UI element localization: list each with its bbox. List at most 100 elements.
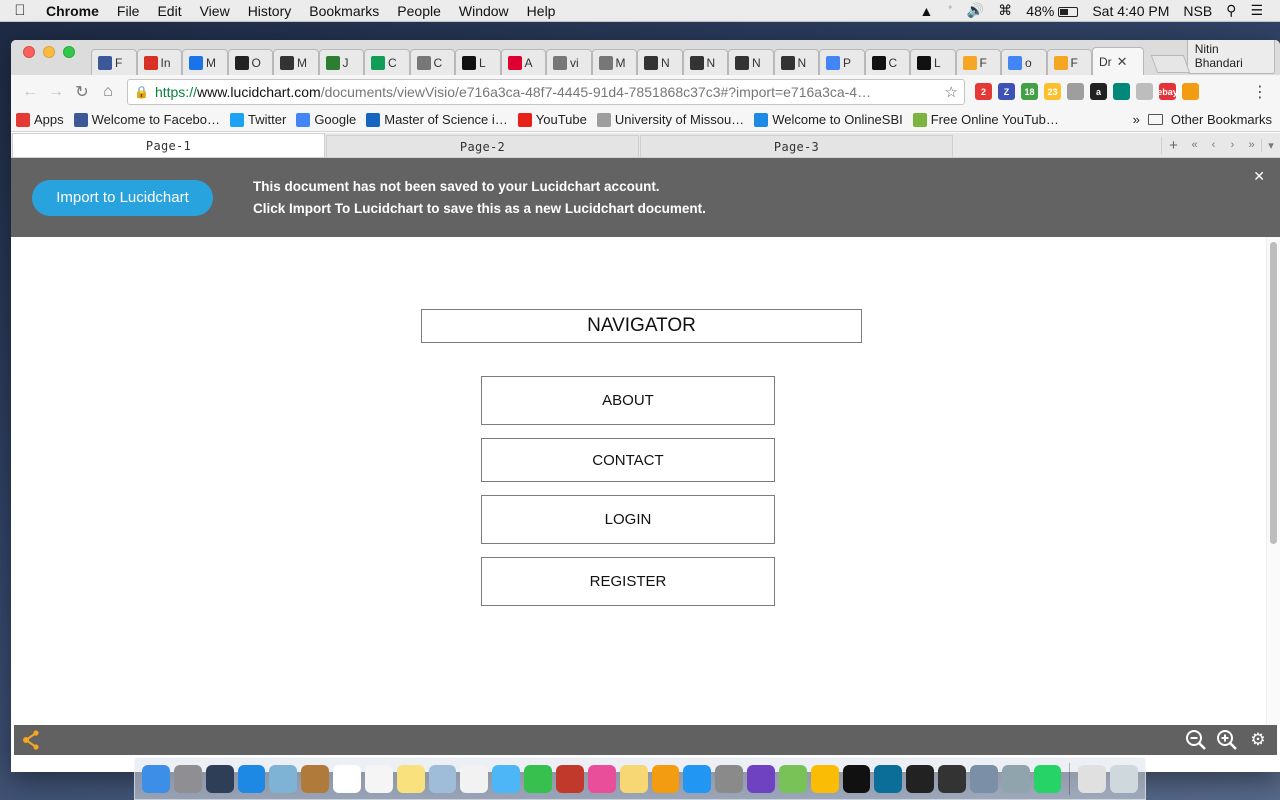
chrome-menu-icon[interactable]: ⋮ (1252, 82, 1280, 102)
menu-edit[interactable]: Edit (148, 3, 190, 19)
vertical-scrollbar[interactable] (1266, 237, 1280, 725)
browser-tab[interactable]: F (955, 49, 1001, 75)
new-tab-button[interactable] (1150, 55, 1190, 73)
last-page-icon[interactable]: » (1242, 139, 1261, 151)
browser-tab[interactable]: A (500, 49, 546, 75)
battery-indicator[interactable]: 48% (1019, 3, 1085, 19)
extension-icon[interactable]: ebay (1157, 83, 1178, 100)
address-bar[interactable]: 🔒 https://www.lucidchart.com/documents/v… (127, 78, 965, 105)
browser-tab[interactable]: In (136, 49, 182, 75)
navigator-box[interactable]: NAVIGATOR (421, 309, 862, 343)
apple-menu-icon[interactable]:  (0, 2, 40, 19)
trash-icon[interactable] (1110, 764, 1139, 793)
menu-help[interactable]: Help (518, 3, 565, 19)
browser-tab[interactable]: C (364, 49, 410, 75)
extension-icon[interactable]: Z (998, 83, 1015, 100)
zoom-window-button[interactable] (63, 45, 75, 58)
github-desktop-icon[interactable] (747, 764, 775, 793)
extension-icon[interactable]: a (1090, 83, 1107, 100)
menu-view[interactable]: View (191, 3, 239, 19)
extension-icon[interactable] (1136, 83, 1153, 100)
preview-icon[interactable] (269, 764, 298, 793)
extension-icon[interactable] (1113, 83, 1130, 100)
wifi-icon[interactable]: ⌘ (991, 2, 1019, 19)
lucidchart-logo-icon[interactable] (20, 728, 44, 752)
register-box[interactable]: REGISTER (481, 557, 775, 606)
browser-tab[interactable]: o (1001, 49, 1047, 75)
bookmark-item[interactable]: Master of Science i… (366, 112, 508, 127)
android-studio-icon[interactable] (778, 764, 807, 793)
bookmark-star-icon[interactable]: ☆ (945, 83, 958, 101)
notification-center-icon[interactable]: ☰ (1243, 2, 1270, 19)
spotlight-search-icon[interactable]: ⚲ (1219, 2, 1243, 19)
browser-tab[interactable]: M (273, 49, 319, 75)
tab-page-1[interactable]: Page-1 (12, 133, 325, 157)
photo-booth-icon[interactable] (428, 764, 457, 793)
extension-icon[interactable] (1067, 83, 1084, 100)
browser-tab[interactable]: vi (546, 49, 592, 75)
bookmark-item[interactable]: Welcome to Facebo… (73, 112, 220, 127)
safari-icon[interactable] (237, 764, 266, 793)
clock[interactable]: Sat 4:40 PM (1085, 3, 1176, 19)
chrome-icon[interactable] (810, 764, 839, 793)
launchpad-icon[interactable] (173, 764, 202, 793)
about-box[interactable]: ABOUT (481, 376, 775, 425)
extension-icon[interactable]: 2 (975, 83, 992, 100)
notes-icon[interactable] (396, 764, 425, 793)
system-preferences-icon[interactable] (715, 764, 744, 793)
browser-tab[interactable]: C (864, 49, 910, 75)
extension-icon[interactable] (1182, 83, 1199, 100)
reminders-icon[interactable] (364, 764, 393, 793)
browser-tab-active[interactable]: Dr ✕ (1092, 47, 1144, 75)
extension-icon[interactable]: 23 (1044, 83, 1061, 100)
extension-icon[interactable]: 18 (1021, 83, 1038, 100)
menu-people[interactable]: People (388, 3, 450, 19)
browser-tab[interactable]: M (182, 49, 228, 75)
import-to-lucidchart-button[interactable]: Import to Lucidchart (32, 179, 213, 216)
contacts-icon[interactable] (301, 764, 330, 793)
login-box[interactable]: LOGIN (481, 495, 775, 544)
mission-control-icon[interactable] (205, 764, 234, 793)
browser-tab[interactable]: F (1046, 49, 1092, 75)
zoom-in-icon[interactable] (1216, 729, 1238, 751)
bookmark-item[interactable]: Apps (16, 112, 64, 127)
messages-icon[interactable] (492, 764, 521, 793)
whatsapp-icon[interactable] (1033, 764, 1062, 793)
bookmark-item[interactable]: Google (296, 112, 356, 127)
bookmark-item[interactable]: Free Online YouTub… (912, 112, 1059, 127)
bookmark-item[interactable]: Welcome to OnlineSBI (754, 112, 903, 127)
menu-file[interactable]: File (108, 3, 149, 19)
bluetooth-icon[interactable]: ᐩ (940, 2, 959, 19)
ibooks-icon[interactable] (651, 764, 680, 793)
menu-window[interactable]: Window (450, 3, 518, 19)
diagram-canvas[interactable]: NAVIGATOR ABOUT CONTACT LOGIN REGISTER (11, 237, 1266, 725)
network-utility-icon[interactable] (1001, 764, 1030, 793)
profile-button[interactable]: Nitin Bhandari (1186, 40, 1275, 74)
facetime-icon[interactable] (524, 764, 552, 793)
stickies-icon[interactable] (619, 764, 648, 793)
tab-page-3[interactable]: Page-3 (640, 135, 953, 157)
browser-tab[interactable]: N (682, 49, 728, 75)
back-arrow-icon[interactable]: ← (17, 83, 43, 101)
close-tab-icon[interactable]: ✕ (1117, 54, 1128, 70)
browser-tab[interactable]: P (819, 49, 865, 75)
bookmark-item[interactable]: YouTube (517, 112, 587, 127)
documents-icon[interactable] (1078, 764, 1107, 793)
close-window-button[interactable] (23, 45, 35, 58)
page-menu-chevron-down-icon[interactable]: ▾ (1261, 138, 1280, 152)
menu-bookmarks[interactable]: Bookmarks (300, 3, 388, 19)
zoom-out-icon[interactable] (1185, 729, 1207, 751)
inkscape-icon[interactable] (938, 764, 966, 793)
browser-tab[interactable]: N (637, 49, 683, 75)
menu-history[interactable]: History (239, 3, 301, 19)
bookmark-item[interactable]: Twitter (230, 112, 286, 127)
first-page-icon[interactable]: « (1185, 139, 1204, 151)
add-page-icon[interactable]: + (1161, 136, 1185, 154)
scrollbar-thumb[interactable] (1270, 242, 1277, 544)
reload-icon[interactable]: ↻ (69, 82, 95, 102)
browser-tab[interactable]: L (910, 49, 956, 75)
browser-tab[interactable]: N (728, 49, 774, 75)
lock-icon[interactable]: 🔒 (134, 85, 149, 99)
browser-tab[interactable]: J (318, 49, 364, 75)
finder-icon[interactable] (142, 764, 170, 793)
